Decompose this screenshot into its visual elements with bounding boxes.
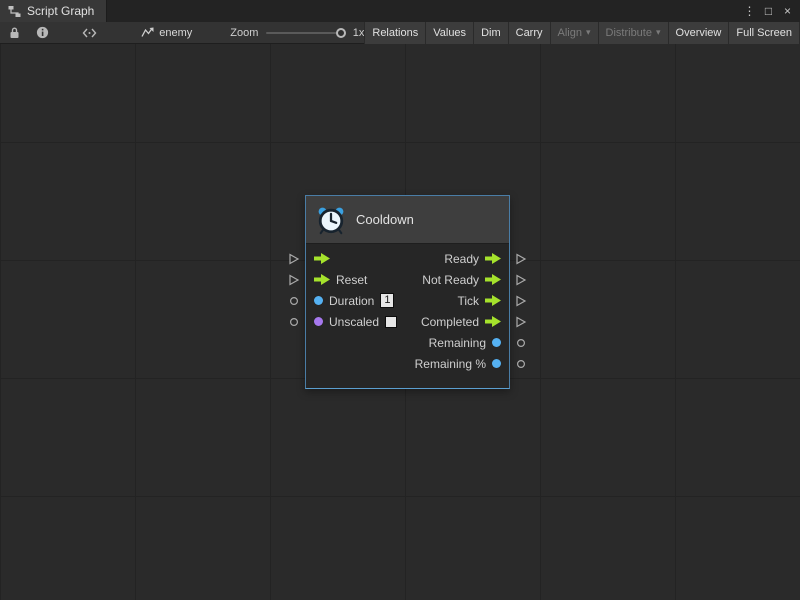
zoom-value: 1x	[353, 27, 365, 39]
cooldown-node[interactable]: Cooldown Ready	[305, 195, 510, 389]
align-button: Align ▾	[550, 22, 598, 44]
lock-button[interactable]	[5, 22, 24, 44]
value-output-port[interactable]	[492, 338, 501, 347]
graph-name: enemy	[159, 27, 192, 39]
tab-script-graph[interactable]: Script Graph	[0, 0, 107, 22]
full-screen-button[interactable]: Full Screen	[728, 22, 800, 44]
node-title: Cooldown	[356, 212, 414, 227]
window-menu-icon[interactable]: ⋮	[741, 2, 758, 20]
node-port-rows: Ready Reset	[306, 244, 509, 388]
zoom-slider-handle[interactable]	[336, 28, 346, 38]
window-close-icon[interactable]: ×	[779, 2, 796, 20]
port-label-not-ready: Not Ready	[422, 273, 479, 287]
port-row: Remaining %	[306, 353, 509, 374]
toolbar-button-group: Relations Values Dim Carry Align ▾ Distr…	[364, 22, 800, 44]
carry-button[interactable]: Carry	[508, 22, 550, 44]
port-label-remaining-percent: Remaining %	[415, 357, 486, 371]
flow-input-port[interactable]	[314, 274, 330, 285]
distribute-button: Distribute ▾	[598, 22, 668, 44]
unscaled-checkbox[interactable]	[385, 316, 397, 328]
value-input-port[interactable]	[314, 296, 323, 305]
port-label-remaining: Remaining	[429, 336, 486, 350]
port-label-completed: Completed	[421, 315, 479, 329]
tab-title: Script Graph	[27, 4, 94, 18]
port-label-tick: Tick	[457, 294, 479, 308]
port-row: Duration 1 Tick	[306, 290, 509, 311]
flow-output-connector[interactable]	[515, 316, 527, 328]
flow-output-connector[interactable]	[515, 295, 527, 307]
dim-button[interactable]: Dim	[473, 22, 508, 44]
window-controls: ⋮ □ ×	[741, 0, 800, 22]
breadcrumb-enemy[interactable]: enemy	[141, 27, 192, 39]
flow-input-connector[interactable]	[288, 274, 300, 286]
port-row: Remaining	[306, 332, 509, 353]
info-button[interactable]	[32, 22, 51, 44]
zoom-slider[interactable]	[266, 26, 345, 40]
flow-input-port[interactable]	[314, 253, 330, 264]
port-row: Reset Not Ready	[306, 269, 509, 290]
flow-output-port[interactable]	[485, 295, 501, 306]
port-label-reset: Reset	[336, 273, 367, 287]
flow-output-port[interactable]	[485, 253, 501, 264]
port-label-ready: Ready	[444, 252, 479, 266]
flow-output-port[interactable]	[485, 316, 501, 327]
info-icon	[36, 26, 49, 39]
port-row: Ready	[306, 248, 509, 269]
value-input-connector[interactable]	[288, 316, 300, 328]
port-row: Unscaled Completed	[306, 311, 509, 332]
value-input-port[interactable]	[314, 317, 323, 326]
zoom-slider-track[interactable]	[266, 32, 345, 34]
graph-toolbar: enemy Zoom 1x Relations Values Dim Carry…	[0, 22, 800, 44]
value-output-port[interactable]	[492, 359, 501, 368]
window-maximize-icon[interactable]: □	[760, 2, 777, 20]
port-label-duration: Duration	[329, 294, 374, 308]
chevron-down-icon: ▾	[656, 28, 661, 37]
flow-output-connector[interactable]	[515, 253, 527, 265]
values-button[interactable]: Values	[425, 22, 473, 44]
value-output-connector[interactable]	[515, 358, 527, 370]
flow-input-connector[interactable]	[288, 253, 300, 265]
graph-pointer-icon	[141, 27, 154, 38]
code-button[interactable]	[80, 22, 99, 44]
value-input-connector[interactable]	[288, 295, 300, 307]
zoom-label: Zoom	[230, 27, 258, 39]
flow-output-port[interactable]	[485, 274, 501, 285]
port-label-unscaled: Unscaled	[329, 315, 379, 329]
cooldown-node-header[interactable]: Cooldown	[306, 196, 509, 244]
lock-icon	[8, 26, 21, 39]
duration-field[interactable]: 1	[380, 293, 394, 308]
window-titlebar: Script Graph ⋮ □ ×	[0, 0, 800, 22]
graph-canvas[interactable]: Cooldown Ready	[0, 44, 800, 600]
relations-button[interactable]: Relations	[364, 22, 425, 44]
overview-button[interactable]: Overview	[668, 22, 729, 44]
value-output-connector[interactable]	[515, 337, 527, 349]
script-graph-icon	[8, 5, 21, 18]
chevron-down-icon: ▾	[586, 28, 591, 37]
alarm-clock-icon	[316, 205, 346, 235]
flow-output-connector[interactable]	[515, 274, 527, 286]
code-icon	[82, 27, 97, 39]
